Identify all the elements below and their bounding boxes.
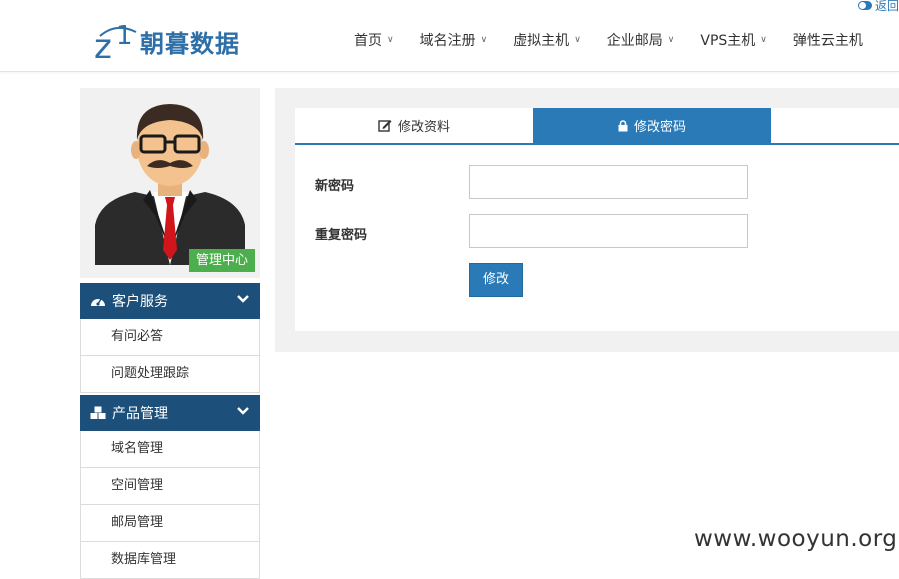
nav-item-cloud[interactable]: 弹性云主机 bbox=[793, 30, 863, 50]
nav-label: 弹性云主机 bbox=[792, 33, 863, 49]
avatar bbox=[95, 104, 245, 265]
repeat-password-input[interactable] bbox=[469, 214, 748, 248]
nav-item-domain[interactable]: 域名注册 ∨ bbox=[420, 30, 488, 50]
toggle-icon bbox=[857, 1, 872, 10]
sidebar-item-domain-management[interactable]: 域名管理 bbox=[80, 431, 260, 468]
chevron-down-icon bbox=[237, 407, 249, 415]
tab-edit-profile[interactable]: 修改资料 bbox=[295, 108, 533, 143]
sidebar-group-customer-service[interactable]: 客户服务 bbox=[80, 283, 260, 319]
tab-change-password[interactable]: 修改密码 bbox=[533, 108, 771, 143]
chevron-down-icon: ∨ bbox=[480, 35, 488, 45]
chevron-down-icon: ∨ bbox=[387, 35, 394, 45]
sidebar-group-title: 产品管理 bbox=[112, 406, 168, 422]
nav-item-mail[interactable]: 企业邮局 ∨ bbox=[607, 30, 675, 50]
nav-item-vps[interactable]: VPS主机 ∨ bbox=[700, 30, 767, 50]
new-password-input[interactable] bbox=[469, 165, 748, 199]
back-link[interactable]: 返回 bbox=[857, 0, 899, 14]
edit-icon bbox=[378, 120, 392, 132]
tab-label: 修改密码 bbox=[633, 120, 686, 135]
submit-button[interactable]: 修改 bbox=[469, 263, 523, 297]
cubes-icon bbox=[90, 406, 106, 419]
logo-text: 朝暮数据 bbox=[140, 29, 240, 58]
sidebar-item-issue-tracking[interactable]: 问题处理跟踪 bbox=[80, 356, 260, 393]
nav-label: 虚拟主机 bbox=[513, 33, 570, 49]
sidebar-item-space-management[interactable]: 空间管理 bbox=[80, 468, 260, 505]
top-header: 返回 z 1 朝暮数据 首页 ∨ 域名注册 ∨ 虚拟主机 ∨ 企业邮局 ∨ VPS主机 ∨… bbox=[0, 0, 899, 72]
nav-label: 首页 bbox=[354, 33, 382, 49]
new-password-label: 新密码 bbox=[315, 179, 355, 194]
nav-label: 企业邮局 bbox=[606, 33, 663, 49]
repeat-password-label: 重复密码 bbox=[315, 228, 368, 243]
tab-underline bbox=[295, 143, 899, 145]
chevron-down-icon: ∨ bbox=[760, 35, 767, 45]
profile-box: 管理中心 bbox=[80, 88, 260, 278]
admin-center-badge[interactable]: 管理中心 bbox=[189, 249, 255, 272]
main-nav: 首页 ∨ 域名注册 ∨ 虚拟主机 ∨ 企业邮局 ∨ VPS主机 ∨ 弹性云主机 bbox=[354, 30, 863, 50]
chevron-down-icon: ∨ bbox=[667, 35, 675, 45]
nav-label: VPS主机 bbox=[700, 33, 756, 49]
sidebar-group-product-management[interactable]: 产品管理 bbox=[80, 395, 260, 431]
nav-item-home[interactable]: 首页 ∨ bbox=[354, 30, 394, 50]
svg-text:1: 1 bbox=[116, 21, 133, 51]
site-logo[interactable]: z 1 朝暮数据 bbox=[94, 18, 240, 64]
nav-item-hosting[interactable]: 虚拟主机 ∨ bbox=[513, 30, 581, 50]
nav-label: 域名注册 bbox=[419, 33, 476, 49]
watermark: www.wooyun.org bbox=[694, 526, 898, 552]
sidebar-item-database-management[interactable]: 数据库管理 bbox=[80, 542, 260, 579]
sidebar-group-title: 客户服务 bbox=[112, 294, 168, 310]
lock-icon bbox=[618, 119, 628, 131]
logo-mark-icon: z 1 bbox=[94, 21, 137, 64]
dashboard-icon bbox=[91, 298, 105, 306]
chevron-down-icon: ∨ bbox=[574, 35, 581, 45]
back-label: 返回 bbox=[874, 0, 899, 13]
sidebar-item-faq[interactable]: 有问必答 bbox=[80, 319, 260, 356]
chevron-down-icon bbox=[237, 295, 249, 303]
tab-label: 修改资料 bbox=[397, 120, 450, 135]
sidebar-item-mail-management[interactable]: 邮局管理 bbox=[80, 505, 260, 542]
